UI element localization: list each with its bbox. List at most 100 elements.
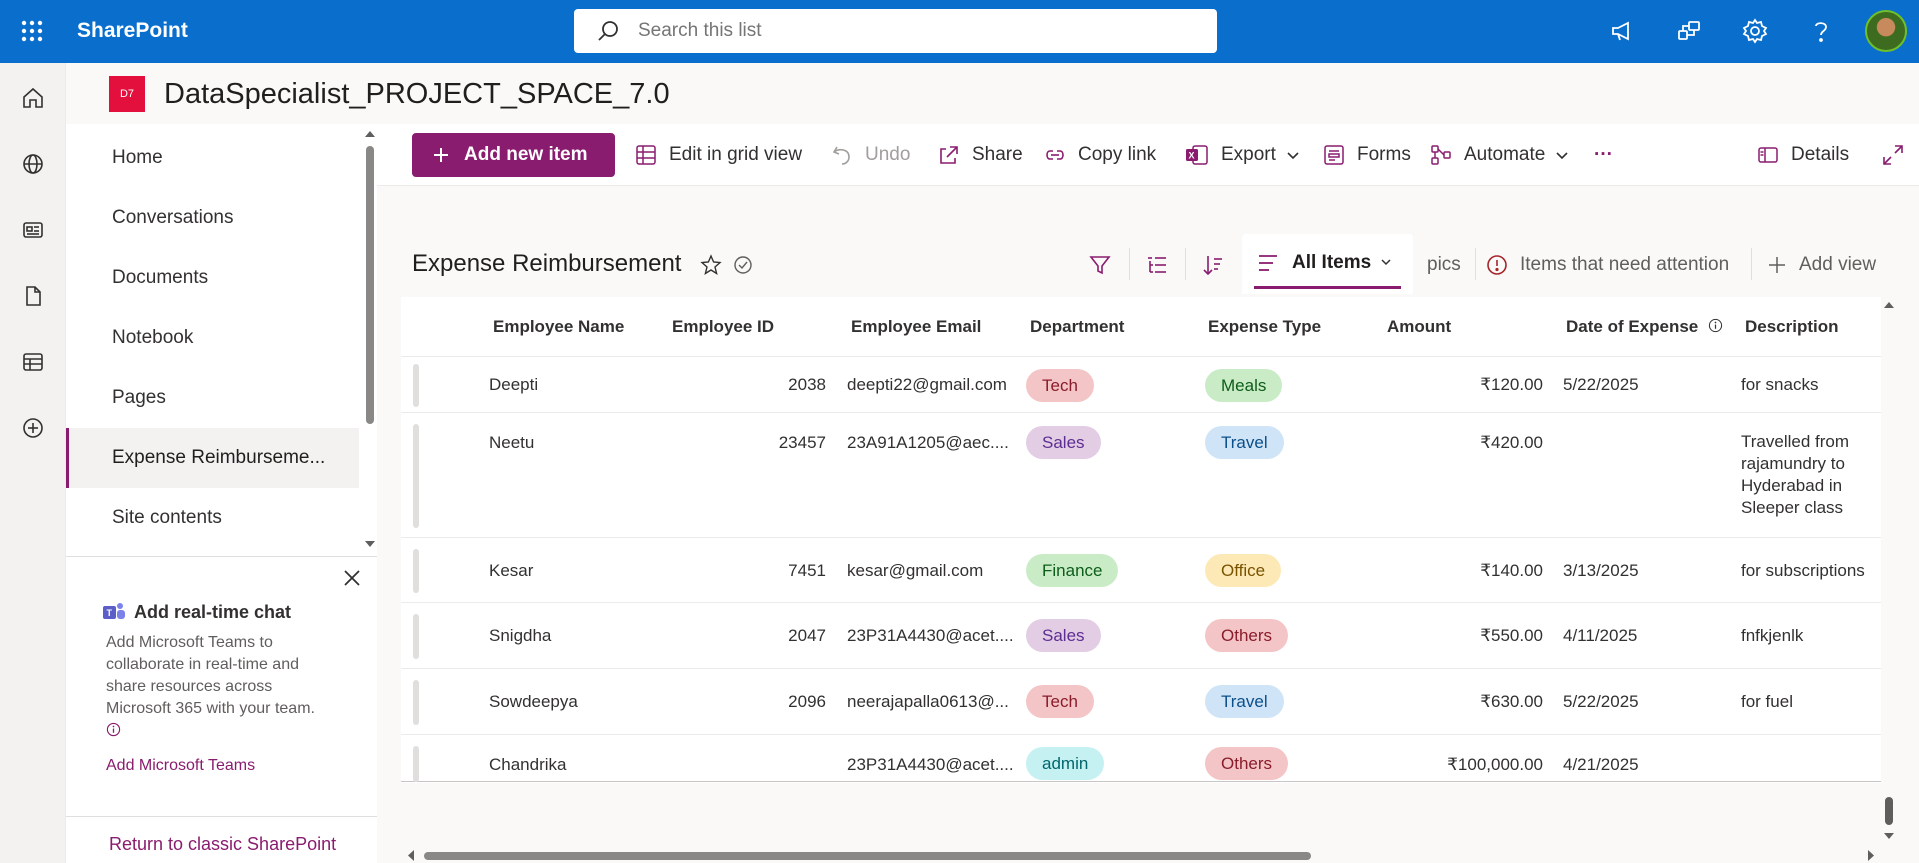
- filter-icon[interactable]: [1088, 240, 1112, 290]
- cell-employee-name[interactable]: Chandrika: [489, 755, 567, 775]
- scroll-right-icon[interactable]: [1865, 848, 1877, 863]
- share-network-icon[interactable]: [1673, 15, 1705, 47]
- grid-icon: [636, 145, 656, 165]
- column-header-date-of-expense[interactable]: Date of Expense: [1566, 317, 1723, 337]
- row-select-handle[interactable]: [413, 746, 419, 782]
- divider: [1185, 248, 1186, 280]
- nav-scrollbar[interactable]: [363, 124, 377, 554]
- column-header-employee-name[interactable]: Employee Name: [493, 317, 624, 337]
- details-button[interactable]: Details: [1757, 138, 1849, 172]
- cell-employee-name[interactable]: Kesar: [489, 561, 533, 581]
- view-tab-all-items[interactable]: All Items: [1242, 234, 1413, 294]
- link-icon: [1046, 150, 1064, 160]
- undo-button[interactable]: Undo: [831, 138, 910, 172]
- search-box[interactable]: [574, 9, 1217, 53]
- add-new-item-button[interactable]: Add new item: [412, 133, 615, 177]
- info-icon[interactable]: [1708, 318, 1723, 333]
- table-row[interactable]: Neetu 23457 23A91A1205@aec.... Sales Tra…: [401, 414, 1881, 538]
- nav-item-notebook[interactable]: Notebook: [66, 308, 359, 368]
- grid-vertical-scroll-thumb[interactable]: [1885, 797, 1893, 825]
- table-row[interactable]: Sowdeepya 2096 neerajapalla0613@... Tech…: [401, 670, 1881, 735]
- department-pill: admin: [1026, 747, 1105, 780]
- column-header-employee-id[interactable]: Employee ID: [672, 317, 774, 337]
- app-brand[interactable]: SharePoint: [77, 19, 188, 43]
- cell-employee-name[interactable]: Snigdha: [489, 626, 551, 646]
- gear-icon[interactable]: [1739, 15, 1771, 47]
- create-icon[interactable]: [17, 412, 49, 444]
- info-icon[interactable]: [106, 722, 121, 737]
- site-title[interactable]: DataSpecialist_PROJECT_SPACE_7.0: [164, 78, 670, 111]
- megaphone-icon[interactable]: [1607, 15, 1639, 47]
- nav-scroll-thumb[interactable]: [366, 146, 374, 424]
- table-row[interactable]: Deepti 2038 deepti22@gmail.com Tech Meal…: [401, 358, 1881, 413]
- cell-employee-id: 7451: [788, 561, 826, 580]
- column-header-employee-email[interactable]: Employee Email: [851, 317, 981, 337]
- classic-sharepoint-link[interactable]: Return to classic SharePoint: [109, 834, 336, 855]
- cell-employee-name[interactable]: Sowdeepya: [489, 692, 578, 712]
- cell-amount: ₹630.00: [1480, 692, 1543, 711]
- help-icon[interactable]: [1805, 15, 1837, 47]
- add-teams-link[interactable]: Add Microsoft Teams: [106, 757, 255, 775]
- row-select-handle[interactable]: [413, 614, 419, 659]
- globe-icon[interactable]: [17, 148, 49, 180]
- forms-button[interactable]: Forms: [1323, 138, 1411, 172]
- document-icon[interactable]: [17, 280, 49, 312]
- cell-employee-email: neerajapalla0613@...: [847, 692, 1009, 711]
- home-icon[interactable]: [17, 82, 49, 114]
- scroll-down-icon[interactable]: [1881, 830, 1897, 842]
- news-icon[interactable]: [17, 214, 49, 246]
- nav-item-expense-reimbursement[interactable]: Expense Reimburseme...: [66, 428, 359, 488]
- expense-type-pill: Travel: [1205, 685, 1284, 718]
- site-logo[interactable]: D7: [109, 76, 145, 112]
- scroll-left-icon[interactable]: [405, 848, 417, 863]
- scroll-up-icon[interactable]: [363, 128, 377, 140]
- scroll-up-icon[interactable]: [1881, 299, 1897, 311]
- view-tab-items-need-attention[interactable]: Items that need attention: [1486, 240, 1729, 290]
- department-pill: Sales: [1026, 426, 1101, 459]
- list-icon[interactable]: [17, 346, 49, 378]
- search-input[interactable]: [638, 20, 1198, 42]
- follow-check-icon[interactable]: [733, 255, 753, 275]
- sort-icon[interactable]: [1201, 240, 1225, 290]
- table-row[interactable]: Snigdha 2047 23P31A4430@acet.... Sales O…: [401, 604, 1881, 669]
- app-launcher-icon[interactable]: [17, 16, 47, 46]
- nav-item-home[interactable]: Home: [66, 128, 359, 188]
- row-select-handle[interactable]: [413, 424, 419, 528]
- add-view-button[interactable]: Add view: [1767, 240, 1876, 290]
- grid-horizontal-scrollbar[interactable]: [401, 848, 1881, 863]
- grid-horizontal-scroll-thumb[interactable]: [424, 852, 1311, 860]
- more-options-button[interactable]: ···: [1594, 138, 1613, 172]
- row-select-handle[interactable]: [413, 680, 419, 725]
- avatar[interactable]: [1865, 10, 1907, 52]
- scroll-down-icon[interactable]: [363, 538, 377, 550]
- table-row[interactable]: Kesar 7451 kesar@gmail.com Finance Offic…: [401, 539, 1881, 603]
- favorite-star-icon[interactable]: [700, 254, 722, 276]
- row-select-handle[interactable]: [413, 549, 419, 593]
- table-row[interactable]: Chandrika 23P31A4430@acet.... admin Othe…: [401, 736, 1881, 782]
- cell-employee-name[interactable]: Deepti: [489, 375, 538, 395]
- column-header-description[interactable]: Description: [1745, 317, 1839, 337]
- nav-item-pages[interactable]: Pages: [66, 368, 359, 428]
- nav-item-site-contents[interactable]: Site contents: [66, 488, 359, 548]
- copy-link-button[interactable]: Copy link: [1044, 138, 1156, 172]
- left-navigation: Home Conversations Documents Notebook Pa…: [66, 124, 377, 863]
- group-by-icon[interactable]: [1145, 240, 1169, 290]
- share-button[interactable]: Share: [938, 138, 1023, 172]
- nav-item-documents[interactable]: Documents: [66, 248, 359, 308]
- close-icon[interactable]: [339, 565, 365, 591]
- department-pill: Finance: [1026, 554, 1119, 587]
- grid-vertical-scrollbar[interactable]: [1881, 297, 1897, 863]
- nav-item-conversations[interactable]: Conversations: [66, 188, 359, 248]
- view-tab-pics[interactable]: pics: [1427, 240, 1461, 290]
- automate-button[interactable]: Automate: [1430, 138, 1569, 172]
- column-header-expense-type[interactable]: Expense Type: [1208, 317, 1321, 337]
- row-select-handle[interactable]: [413, 364, 419, 407]
- edit-grid-view-button[interactable]: Edit in grid view: [635, 138, 802, 172]
- column-header-amount[interactable]: Amount: [1387, 317, 1451, 337]
- app-bar: [0, 63, 66, 863]
- export-button[interactable]: X Export: [1185, 138, 1300, 172]
- cell-employee-name[interactable]: Neetu: [489, 433, 534, 453]
- expand-icon[interactable]: [1882, 138, 1904, 172]
- cell-amount: ₹140.00: [1480, 561, 1543, 580]
- column-header-department[interactable]: Department: [1030, 317, 1124, 337]
